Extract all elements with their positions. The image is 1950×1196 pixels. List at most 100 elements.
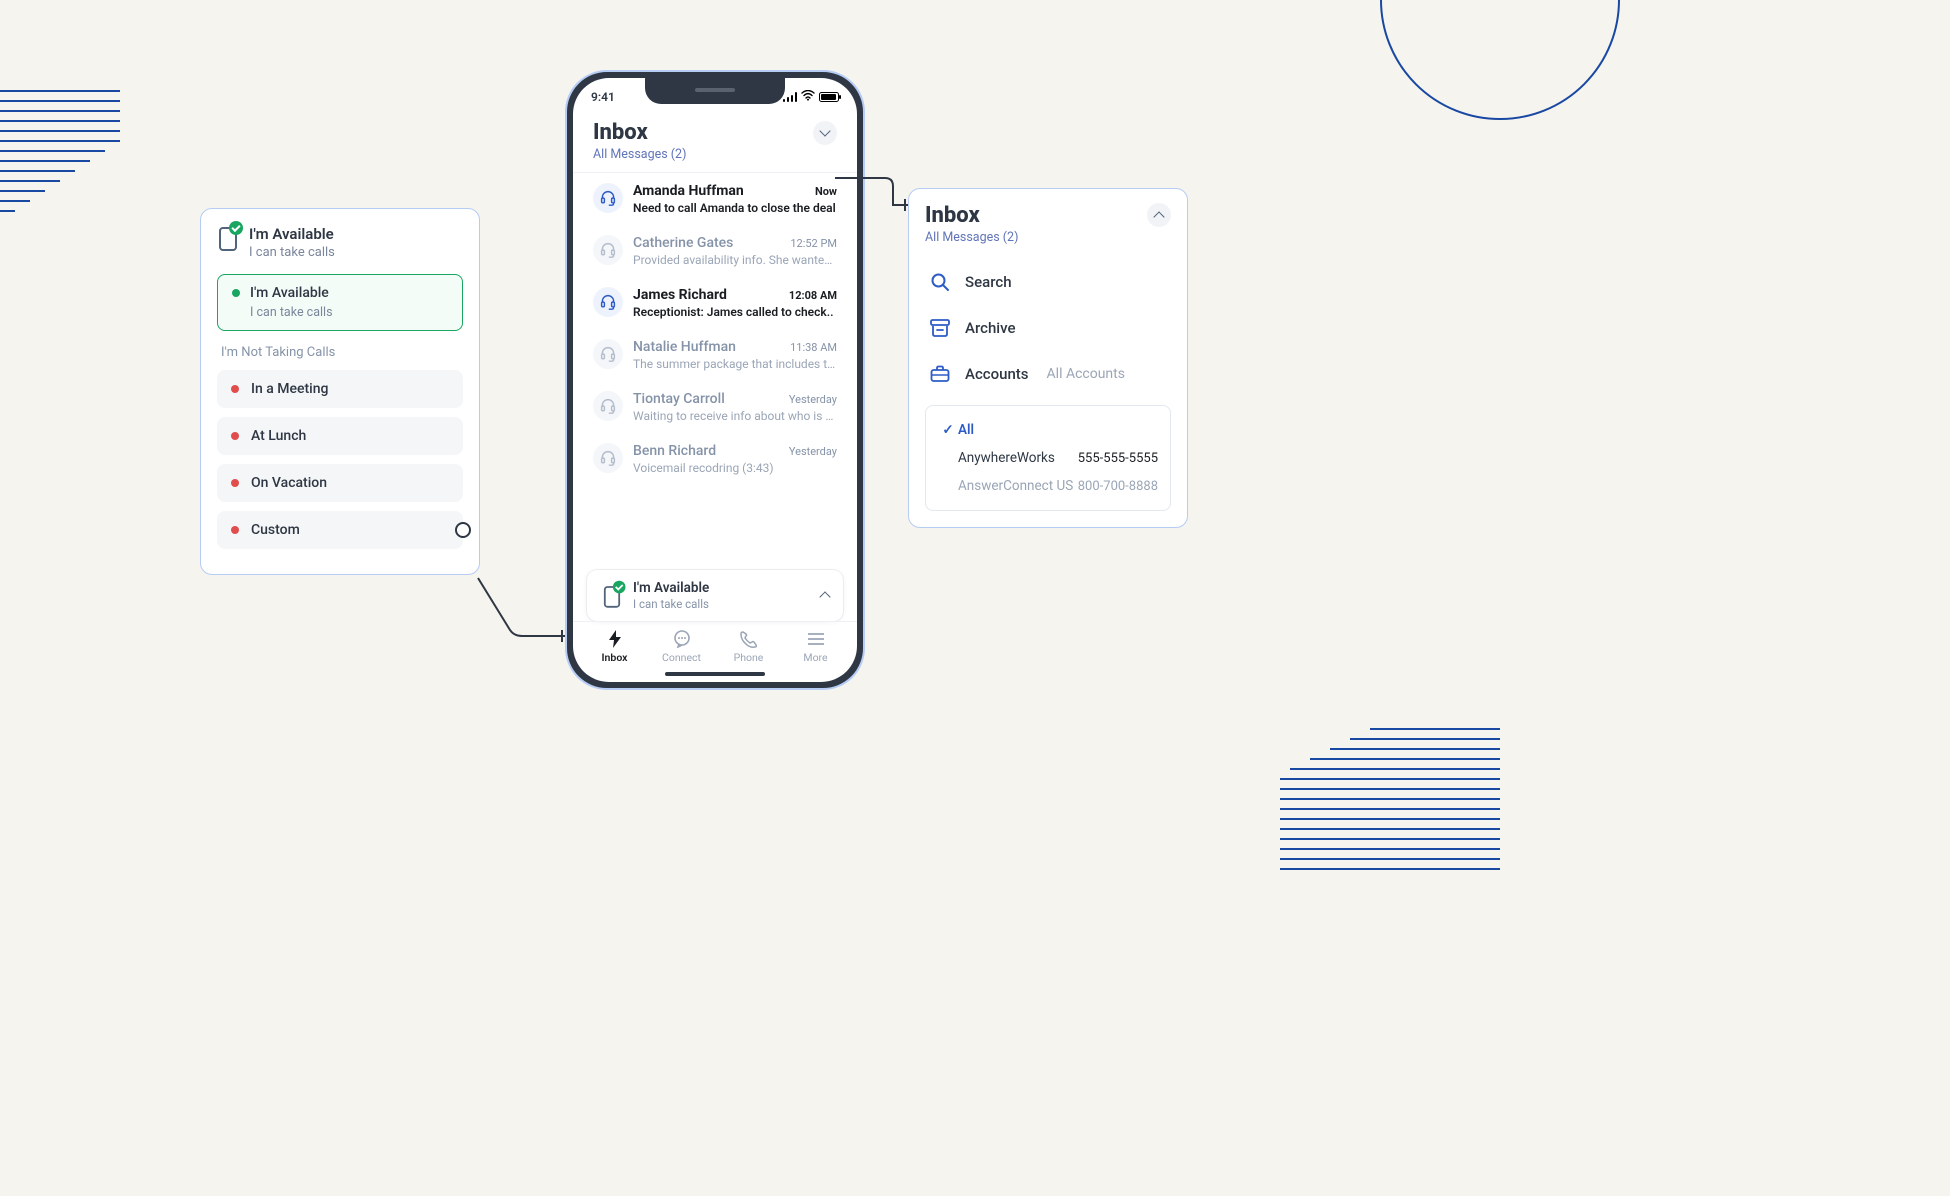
availability-bar-title: I'm Available <box>633 580 709 596</box>
status-section-label: I'm Not Taking Calls <box>221 345 459 360</box>
status-option-vacation[interactable]: On Vacation <box>217 464 463 502</box>
panel-row-label: Search <box>965 273 1012 291</box>
inbox-panel-subtitle: All Messages (2) <box>925 230 1018 245</box>
account-row[interactable]: AnswerConnect US 800-700-8888 <box>938 472 1158 500</box>
connector-line-1 <box>470 570 580 640</box>
phone-notch <box>645 78 785 104</box>
inbox-header: Inbox All Messages (2) <box>573 116 857 173</box>
tab-connect[interactable]: Connect <box>648 630 715 664</box>
bg-lines-bottom-right <box>1280 728 1500 870</box>
message-time: 11:38 AM <box>790 341 837 354</box>
message-name: Natalie Huffman <box>633 339 736 355</box>
status-dot-green-icon <box>232 289 240 297</box>
inbox-panel-title: Inbox <box>925 203 1018 228</box>
tab-more[interactable]: More <box>782 630 849 664</box>
message-time: 12:52 PM <box>790 237 837 250</box>
inbox-expand-button[interactable] <box>813 121 837 145</box>
panel-row-accounts[interactable]: Accounts All Accounts <box>925 351 1171 397</box>
message-name: James Richard <box>633 287 727 303</box>
connector-knob-icon <box>455 522 471 538</box>
home-indicator <box>665 672 765 676</box>
message-list[interactable]: Amanda Huffman Now Need to call Amanda to … <box>573 173 857 564</box>
bg-lines-top-left <box>0 90 120 212</box>
inbox-panel: Inbox All Messages (2) Search Archive Ac… <box>908 188 1188 528</box>
menu-icon <box>807 630 825 648</box>
phone-available-icon <box>217 225 239 251</box>
tab-label: Inbox <box>602 651 628 664</box>
status-bar-time: 9:41 <box>591 90 615 104</box>
message-row[interactable]: James Richard 12:08 AM Receptionist: James… <box>573 277 857 329</box>
headset-icon <box>593 443 623 473</box>
account-number: 800-700-8888 <box>1078 479 1158 494</box>
status-option-custom[interactable]: Custom <box>217 511 463 549</box>
accounts-list: ✓ All AnywhereWorks 555-555-5555 AnswerC… <box>925 405 1171 511</box>
status-option-sub: I can take calls <box>250 305 448 320</box>
tab-label: More <box>803 651 827 664</box>
inbox-panel-collapse-button[interactable] <box>1147 203 1171 227</box>
account-row[interactable]: AnywhereWorks 555-555-5555 <box>938 444 1158 472</box>
message-time: 12:08 AM <box>789 289 837 302</box>
headset-icon <box>593 391 623 421</box>
message-row[interactable]: Benn Richard Yesterday Voicemail recodring… <box>573 433 857 485</box>
tab-inbox[interactable]: Inbox <box>581 630 648 664</box>
message-name: Amanda Huffman <box>633 183 744 199</box>
message-name: Benn Richard <box>633 443 716 459</box>
bolt-icon <box>606 630 624 648</box>
panel-row-search[interactable]: Search <box>925 259 1171 305</box>
account-label: All <box>958 422 1158 438</box>
availability-header: I'm Available I can take calls <box>217 225 463 260</box>
connector-line-2 <box>835 175 915 215</box>
status-dot-red-icon <box>231 385 239 393</box>
message-row[interactable]: Catherine Gates12:52 PMProvided availabi… <box>573 225 857 277</box>
phone-screen: 9:41 Inbox All Messages (2) Amanda Huffm… <box>573 78 857 682</box>
panel-row-archive[interactable]: Archive <box>925 305 1171 351</box>
panel-row-label: Archive <box>965 319 1015 337</box>
availability-status-card: I'm Available I can take calls I'm Avail… <box>200 208 480 575</box>
phone-frame: 9:41 Inbox All Messages (2) Amanda Huffm… <box>565 70 865 690</box>
message-row[interactable]: Amanda Huffman Now Need to call Amanda to … <box>573 173 857 225</box>
availability-header-title: I'm Available <box>249 225 335 243</box>
message-preview: Voicemail recodring (3:43) <box>633 461 837 475</box>
chevron-up-icon <box>821 590 829 601</box>
status-dot-red-icon <box>231 432 239 440</box>
message-preview: Need to call Amanda to close the deal <box>633 201 837 215</box>
message-name: Tiontay Carroll <box>633 391 725 407</box>
panel-row-hint: All Accounts <box>1047 366 1125 382</box>
tab-phone[interactable]: Phone <box>715 630 782 664</box>
message-preview: Waiting to receive info about who is fre… <box>633 409 837 423</box>
message-row[interactable]: Tiontay Carroll Yesterday Waiting to recei… <box>573 381 857 433</box>
message-row[interactable]: Natalie Huffman 11:38 AM The summer packag… <box>573 329 857 381</box>
message-preview: Receptionist: James called to check.. <box>633 305 837 319</box>
message-preview: Provided availability info. She wanted t… <box>633 253 837 267</box>
inbox-subtitle: All Messages (2) <box>593 147 837 162</box>
inbox-title: Inbox <box>593 120 648 145</box>
account-name: AnywhereWorks <box>958 450 1078 466</box>
phone-icon <box>740 630 758 648</box>
phone-available-icon <box>602 584 622 607</box>
status-option-meeting[interactable]: In a Meeting <box>217 370 463 408</box>
search-icon <box>929 271 951 293</box>
tab-label: Connect <box>662 651 701 664</box>
status-item-label: On Vacation <box>251 475 327 491</box>
archive-icon <box>929 317 951 339</box>
message-preview: The summer package that includes the.. <box>633 357 837 371</box>
message-time: Now <box>815 185 837 198</box>
briefcase-icon <box>929 363 951 385</box>
chat-icon <box>673 630 691 648</box>
account-row-all[interactable]: ✓ All <box>938 416 1158 444</box>
status-dot-red-icon <box>231 479 239 487</box>
status-option-lunch[interactable]: At Lunch <box>217 417 463 455</box>
wifi-icon <box>801 90 815 104</box>
tab-bar: Inbox Connect Phone More <box>573 621 857 668</box>
account-number: 555-555-5555 <box>1078 451 1158 466</box>
message-time: Yesterday <box>789 393 837 406</box>
bg-circle-top-right <box>1380 0 1620 120</box>
headset-icon <box>593 183 623 213</box>
availability-bar-sub: I can take calls <box>633 597 709 611</box>
status-option-available[interactable]: I'm Available I can take calls <box>217 274 463 331</box>
availability-bar[interactable]: I'm Available I can take calls <box>587 570 843 621</box>
account-name: AnswerConnect US <box>958 478 1078 494</box>
message-time: Yesterday <box>789 445 837 458</box>
status-item-label: At Lunch <box>251 428 306 444</box>
status-item-label: Custom <box>251 522 300 538</box>
